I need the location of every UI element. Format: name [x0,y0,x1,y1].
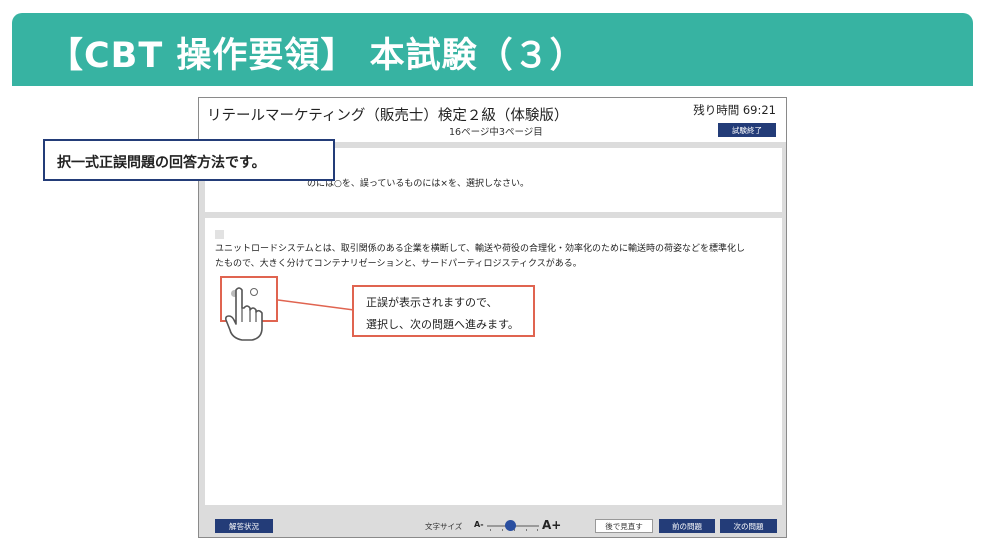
question-text-line2: たもので、大きく分けてコンテナリゼーションと、サードパーティロジスティクスがある… [215,259,582,269]
title-banner: 【CBT 操作要領】 本試験（３） [12,13,973,86]
font-increase-button[interactable]: A+ [542,518,561,532]
end-exam-button[interactable]: 試験終了 [718,123,776,137]
exam-header: リテールマーケティング（販売士）検定２級（体験版） 16ページ中3ページ目 残り… [199,98,786,142]
font-decrease-button[interactable]: A- [474,520,484,529]
font-size-slider-handle[interactable] [505,520,516,531]
question-panel: ユニットロードシステムとは、取引関係のある企業を横断して、輸送や荷役の合理化・効… [205,218,782,505]
exam-title: リテールマーケティング（販売士）検定２級（体験版） [207,108,569,124]
slider-tick [526,529,527,531]
annotation-label: 択一式正誤問題の回答方法です。 [43,139,335,181]
instruction-callout: 正誤が表示されますので、 選択し、次の問題へ進みます。 [352,285,535,337]
question-text-line1: ユニットロードシステムとは、取引関係のある企業を横断して、輸送や荷役の合理化・効… [215,244,746,254]
font-size-label: 文字サイズ [425,522,463,531]
callout-connector [278,299,354,311]
slider-tick [537,529,538,531]
next-question-button[interactable]: 次の問題 [720,519,777,533]
previous-question-button[interactable]: 前の問題 [659,519,715,533]
slider-tick [490,529,491,531]
review-later-button[interactable]: 後で見直す [595,519,653,533]
time-remaining: 残り時間 69:21 [693,103,776,117]
page-indicator: 16ページ中3ページ目 [449,127,543,138]
answer-status-button[interactable]: 解答状況 [215,519,273,533]
slider-tick [502,529,503,531]
annotation-label-text: 択一式正誤問題の回答方法です。 [57,155,266,171]
exam-footer: 解答状況 文字サイズ A- A+ 後で見直す 前の問題 次の問題 [199,515,786,537]
pointing-hand-icon [225,287,263,341]
banner-title: 【CBT 操作要領】 本試験（３） [48,36,586,76]
callout-text-line2: 選択し、次の問題へ進みます。 [366,318,519,331]
question-marker [215,230,224,239]
callout-text-line1: 正誤が表示されますので、 [366,296,498,309]
